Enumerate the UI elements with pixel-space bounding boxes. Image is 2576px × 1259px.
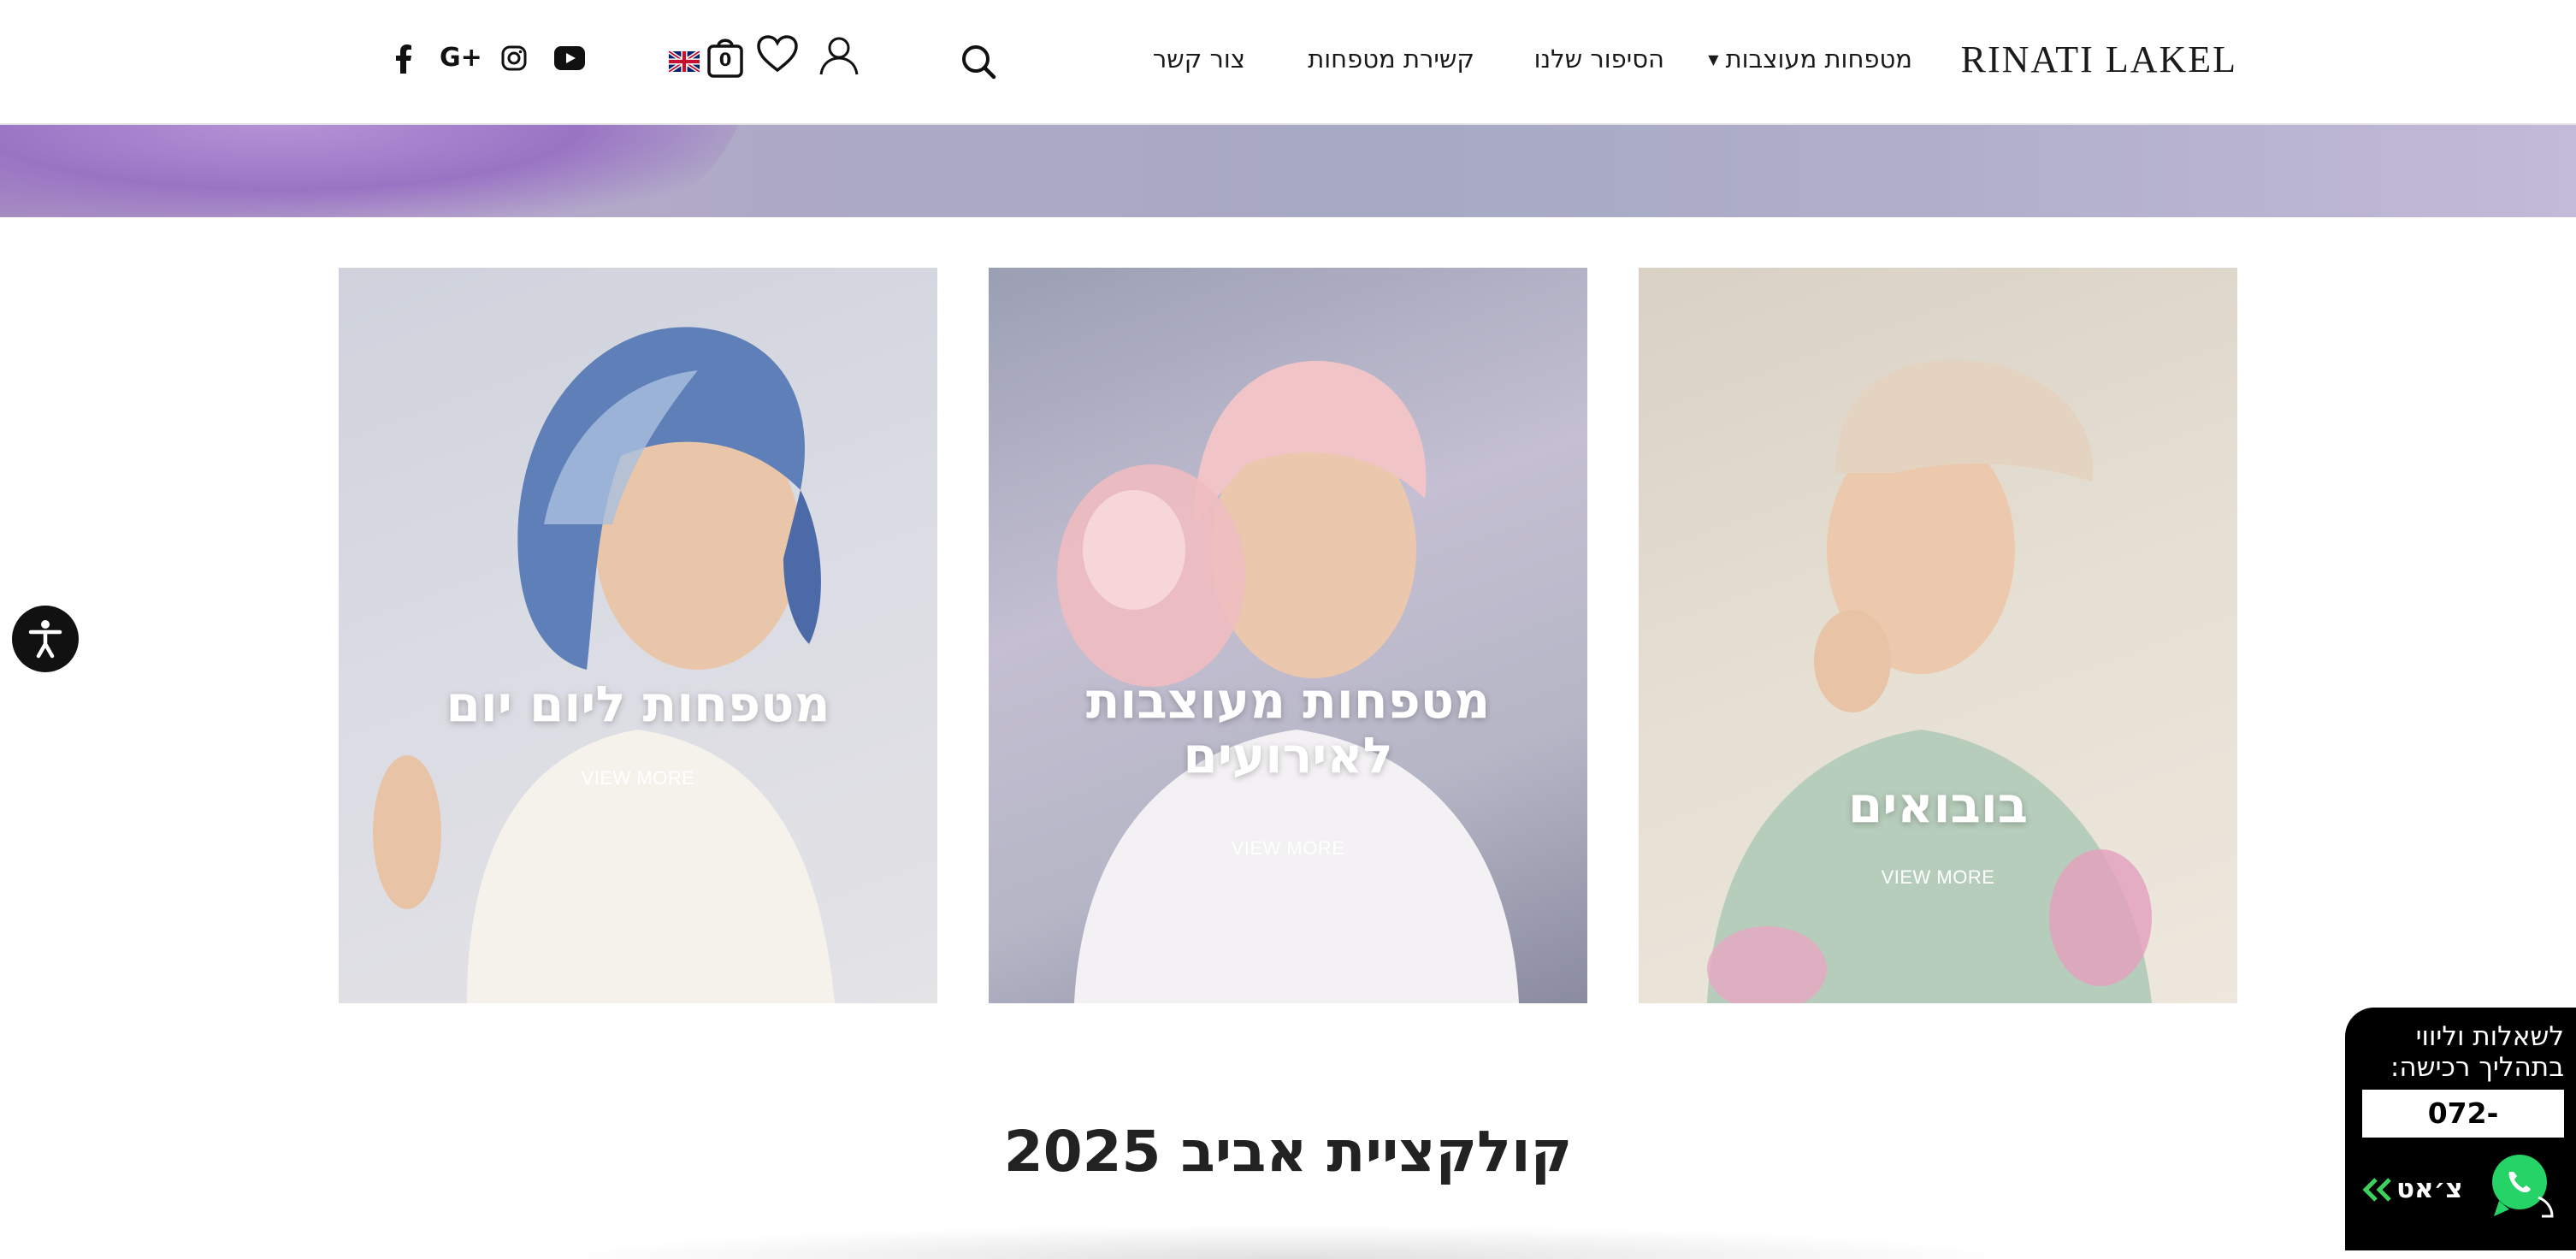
accessibility-icon bbox=[28, 620, 62, 659]
contact-line-2: בתהליך רכישה: bbox=[2390, 1052, 2564, 1083]
category-title-line-2: לאירועים bbox=[1183, 726, 1393, 784]
hero-banner-strip bbox=[0, 125, 2576, 217]
cart-icon[interactable]: 0 bbox=[706, 34, 744, 79]
nav-item-label: מטפחות מעוצבות bbox=[1725, 44, 1912, 74]
category-card-event-scarves[interactable]: מטפחות מעוצבות לאירועים VIEW MORE bbox=[989, 268, 1587, 1003]
nav-item-our-story[interactable]: הסיפור שלנו bbox=[1534, 44, 1664, 74]
instagram-icon[interactable] bbox=[501, 45, 527, 71]
uk-flag-icon[interactable] bbox=[669, 51, 700, 72]
site-logo[interactable]: RINATI LAKEL bbox=[1961, 38, 2237, 81]
section-title-spring-collection: קולקציית אביב 2025 bbox=[1003, 1119, 1573, 1185]
category-card-daily-scarves[interactable]: מטפחות ליום יום VIEW MORE bbox=[339, 268, 937, 1003]
chevrons-left-icon bbox=[2362, 1178, 2391, 1202]
cart-count: 0 bbox=[718, 50, 732, 70]
banner-fabric-image bbox=[0, 125, 753, 217]
user-icon[interactable] bbox=[818, 34, 860, 77]
nav-item-contact[interactable]: צור קשר bbox=[1153, 44, 1245, 74]
nav-item-tying-scarves[interactable]: קשירת מטפחות bbox=[1308, 44, 1474, 74]
youtube-icon[interactable] bbox=[554, 46, 585, 70]
whatsapp-icon[interactable] bbox=[2482, 1148, 2559, 1225]
category-title: בובואים bbox=[1847, 776, 2029, 834]
model-photo-blue-scarf bbox=[373, 327, 835, 1003]
facebook-icon[interactable] bbox=[395, 44, 412, 74]
chat-button[interactable]: צ׳אט bbox=[2396, 1173, 2463, 1204]
model-photo-pink-scarf bbox=[1057, 360, 1519, 1003]
carousel-shadow bbox=[547, 1225, 2027, 1259]
category-title: מטפחות ליום יום bbox=[446, 675, 830, 733]
accessibility-button[interactable] bbox=[12, 606, 79, 672]
nav-item-designed-scarves[interactable]: מטפחות מעוצבות ▼ bbox=[1708, 44, 1912, 74]
contact-widget: לשאלות וליווי בתהליך רכישה: 072-3311302 … bbox=[2345, 1008, 2576, 1250]
google-plus-icon[interactable]: G+ bbox=[440, 43, 482, 73]
site-header: RINATI LAKEL מטפחות מעוצבות ▼ הסיפור שלנו… bbox=[0, 0, 2576, 125]
search-icon[interactable] bbox=[960, 43, 997, 80]
contact-line-1: לשאלות וליווי bbox=[2415, 1021, 2564, 1052]
caret-down-icon: ▼ bbox=[1708, 51, 1719, 68]
view-more-link[interactable]: VIEW MORE bbox=[1639, 866, 2237, 889]
category-title-line-1: מטפחות מעוצבות bbox=[1085, 671, 1491, 730]
heart-icon[interactable] bbox=[756, 34, 799, 74]
contact-phone[interactable]: 072-3311302 bbox=[2362, 1090, 2564, 1178]
view-more-link[interactable]: VIEW MORE bbox=[989, 837, 1587, 860]
contact-text: לשאלות וליווי בתהליך רכישה: bbox=[2350, 1021, 2564, 1083]
view-more-link[interactable]: VIEW MORE bbox=[339, 767, 937, 789]
model-photo-beige-cap bbox=[1707, 360, 2152, 1003]
category-card-caps[interactable]: בובואים VIEW MORE bbox=[1639, 268, 2237, 1003]
